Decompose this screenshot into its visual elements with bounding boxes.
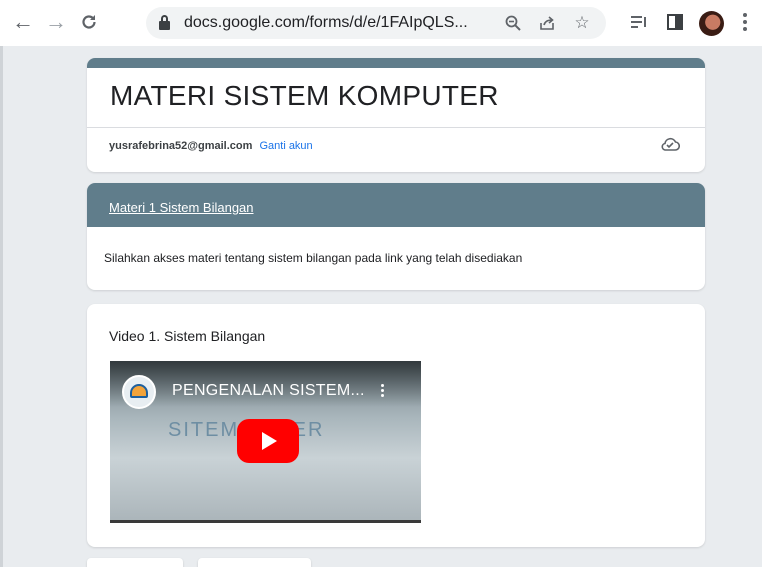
form-accent-bar <box>87 58 705 68</box>
video-item-title: Video 1. Sistem Bilangan <box>109 328 266 344</box>
youtube-video-embed[interactable]: SITEM PUTER PENGENALAN SISTEM... <box>110 361 421 523</box>
reading-list-icon[interactable] <box>626 8 652 36</box>
bookmark-star-icon[interactable]: ☆ <box>570 11 594 35</box>
section-title-link[interactable]: Materi 1 Sistem Bilangan <box>109 200 254 215</box>
form-title: MATERI SISTEM KOMPUTER <box>110 80 499 111</box>
lock-icon <box>159 15 170 30</box>
window-edge <box>0 0 3 567</box>
zoom-icon[interactable] <box>501 11 525 35</box>
thumbnail-bottom-bar <box>110 520 421 523</box>
profile-avatar[interactable] <box>699 11 724 36</box>
video-menu-icon[interactable] <box>381 383 385 401</box>
cloud-saved-icon <box>660 136 681 154</box>
video-item-card: Video 1. Sistem Bilangan SITEM PUTER PEN… <box>87 304 705 547</box>
section-header: Materi 1 Sistem Bilangan <box>87 183 705 227</box>
switch-account-link[interactable]: Ganti akun <box>259 140 312 152</box>
address-bar[interactable]: docs.google.com/forms/d/e/1FAIpQLS... ☆ <box>146 7 606 39</box>
channel-logo-icon[interactable] <box>122 375 156 409</box>
side-panel-icon[interactable] <box>662 8 688 36</box>
section-card: Materi 1 Sistem Bilangan Silahkan akses … <box>87 183 705 290</box>
back-button[interactable] <box>87 558 183 567</box>
header-divider <box>87 127 705 128</box>
share-icon[interactable] <box>535 11 559 35</box>
account-email: yusrafebrina52@gmail.com <box>109 140 253 152</box>
form-header-card: MATERI SISTEM KOMPUTER yusrafebrina52@gm… <box>87 58 705 172</box>
account-row: yusrafebrina52@gmail.com Ganti akun <box>109 140 313 152</box>
video-title[interactable]: PENGENALAN SISTEM... <box>172 382 365 400</box>
forward-arrow-icon[interactable]: → <box>43 8 69 36</box>
play-button-icon[interactable] <box>237 419 299 463</box>
menu-dots-icon[interactable] <box>742 11 748 33</box>
back-arrow-icon[interactable]: ← <box>10 8 36 36</box>
next-button[interactable] <box>198 558 311 567</box>
reload-icon[interactable] <box>76 8 102 36</box>
url-text[interactable]: docs.google.com/forms/d/e/1FAIpQLS... <box>184 14 468 32</box>
section-description: Silahkan akses materi tentang sistem bil… <box>104 251 523 265</box>
browser-toolbar: ← → docs.google.com/forms/d/e/1FAIpQLS..… <box>0 0 762 46</box>
